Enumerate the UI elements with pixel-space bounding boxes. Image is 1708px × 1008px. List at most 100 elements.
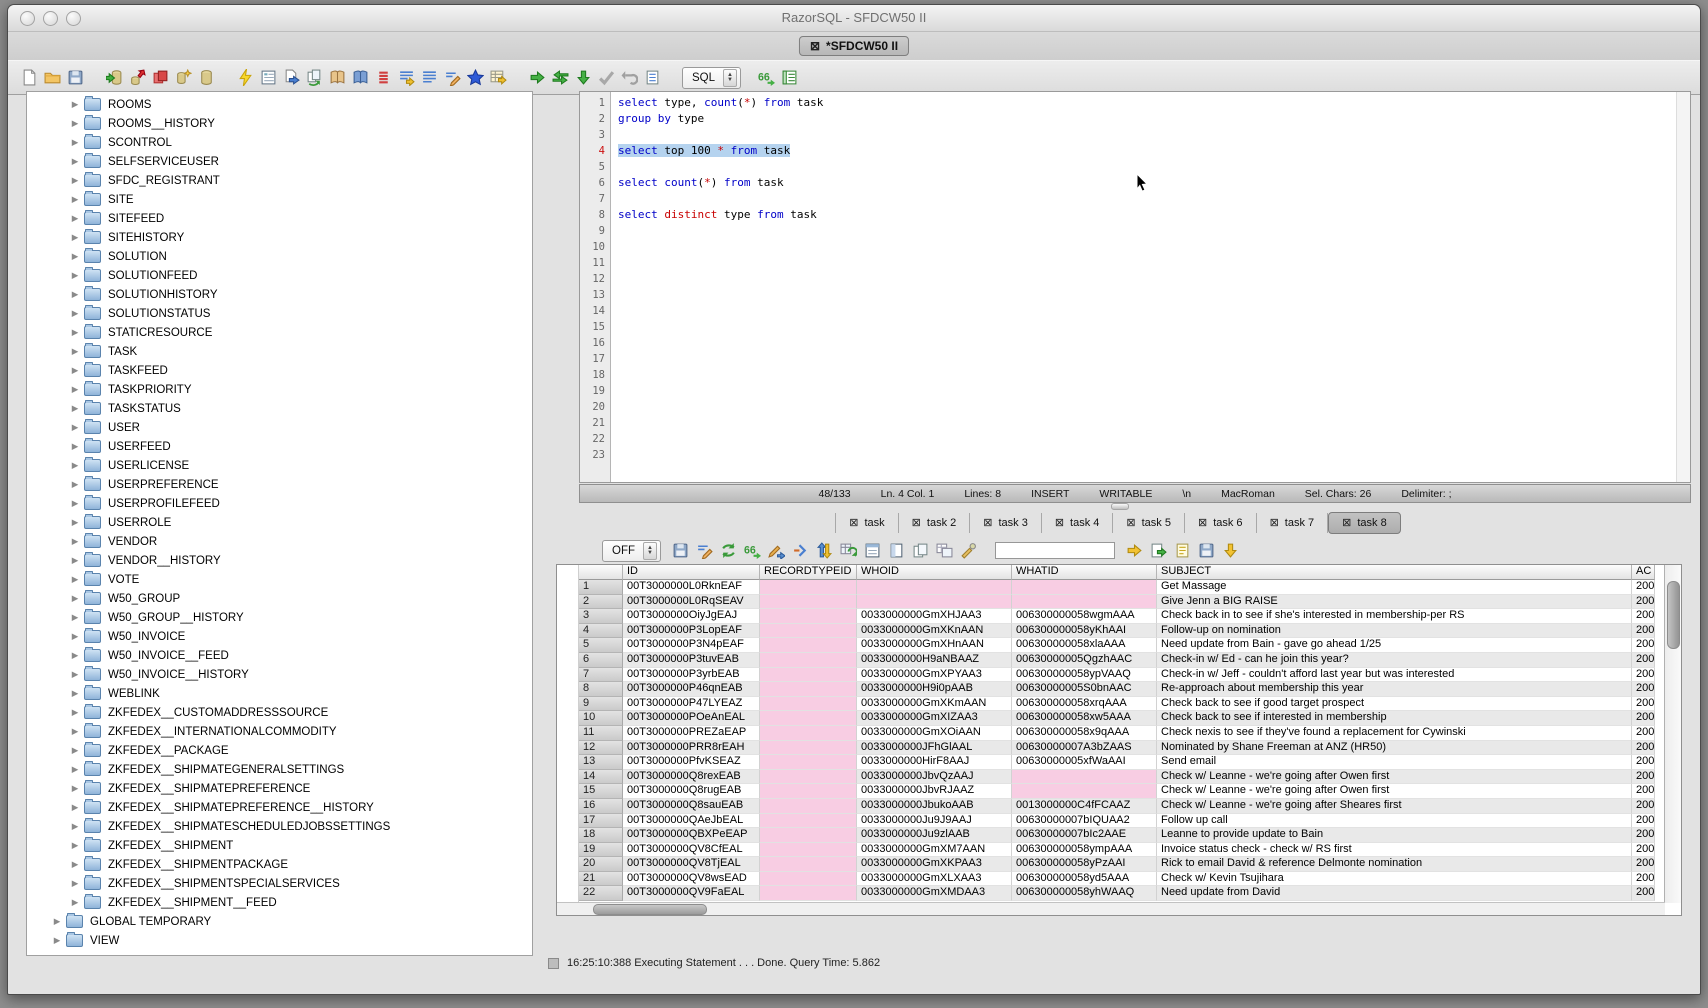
tree-item-scontrol[interactable]: ▶SCONTROL	[27, 133, 532, 152]
tree-item-zkfedex__shipmatepreference[interactable]: ▶ZKFEDEX__SHIPMATEPREFERENCE	[27, 779, 532, 798]
tree-item-weblink[interactable]: ▶WEBLINK	[27, 684, 532, 703]
table-cell[interactable]: 00T3000000P46qnEAB	[623, 682, 760, 697]
disclosure-triangle-icon[interactable]: ▶	[69, 194, 81, 205]
disclosure-triangle-icon[interactable]: ▶	[69, 878, 81, 889]
table-cell[interactable]: 200	[1632, 755, 1655, 770]
table-cell[interactable]: Rick to email David & reference Delmonte…	[1157, 857, 1632, 872]
table-cell[interactable]	[760, 872, 857, 887]
tree-item-sitefeed[interactable]: ▶SITEFEED	[27, 209, 532, 228]
table-cell[interactable]: 00T3000000P47LYEAZ	[623, 697, 760, 712]
table-cell[interactable]	[760, 755, 857, 770]
table-row[interactable]: 100T3000000L0RknEAFGet Massage200	[579, 580, 1655, 595]
disclosure-triangle-icon[interactable]: ▶	[69, 859, 81, 870]
table-cell[interactable]: 200	[1632, 872, 1655, 887]
generate-sql-icon[interactable]	[397, 68, 416, 87]
tree-item-zkfedex__shipmentpackage[interactable]: ▶ZKFEDEX__SHIPMENTPACKAGE	[27, 855, 532, 874]
table-cell[interactable]: 200	[1632, 638, 1655, 653]
tree-item-global temporary[interactable]: ▶GLOBAL TEMPORARY	[27, 912, 532, 931]
save-file-icon[interactable]	[66, 68, 85, 87]
results-search-input[interactable]	[995, 542, 1115, 559]
tree-item-taskpriority[interactable]: ▶TASKPRIORITY	[27, 380, 532, 399]
edit-mode-select[interactable]: OFF▲▼	[602, 540, 661, 562]
table-row[interactable]: 1800T3000000QBXPeEAP0033000000Ju9zlAAB00…	[579, 828, 1655, 843]
table-cell[interactable]	[760, 580, 857, 595]
copy-rows-icon[interactable]	[911, 541, 930, 560]
disclosure-triangle-icon[interactable]: ▶	[69, 99, 81, 110]
download-arrow-yellow-icon[interactable]	[1221, 541, 1240, 560]
disclosure-triangle-icon[interactable]: ▶	[69, 802, 81, 813]
tree-item-zkfedex__shipment[interactable]: ▶ZKFEDEX__SHIPMENT	[27, 836, 532, 855]
tree-item-zkfedex__shipmategeneralsettings[interactable]: ▶ZKFEDEX__SHIPMATEGENERALSETTINGS	[27, 760, 532, 779]
table-row[interactable]: 1100T3000000PREZaEAP0033000000GmXOiAAN00…	[579, 726, 1655, 741]
disclosure-triangle-icon[interactable]: ▶	[69, 650, 81, 661]
view-quotes-icon[interactable]: 66	[743, 541, 762, 560]
disclosure-triangle-icon[interactable]: ▶	[69, 821, 81, 832]
table-row[interactable]: 2200T3000000QV9FaEAL0033000000GmXMDAA300…	[579, 886, 1655, 901]
table-cell[interactable]: 00T3000000POeAnEAL	[623, 711, 760, 726]
table-cell[interactable]: 0033000000H9aNBAAZ	[857, 653, 1012, 668]
table-cell[interactable]: 200	[1632, 668, 1655, 683]
connect-database-icon[interactable]	[105, 68, 124, 87]
new-database-object-icon[interactable]	[174, 68, 193, 87]
tree-item-solutionfeed[interactable]: ▶SOLUTIONFEED	[27, 266, 532, 285]
tree-item-rooms__history[interactable]: ▶ROOMS__HISTORY	[27, 114, 532, 133]
table-cell[interactable]: 00T3000000L0RknEAF	[623, 580, 760, 595]
tree-item-userpreference[interactable]: ▶USERPREFERENCE	[27, 475, 532, 494]
table-cell[interactable]	[857, 595, 1012, 610]
tree-item-sfdc_registrant[interactable]: ▶SFDC_REGISTRANT	[27, 171, 532, 190]
table-cell[interactable]: 200	[1632, 741, 1655, 756]
table-cell[interactable]: 006300000058wgmAAA	[1012, 609, 1157, 624]
table-cell[interactable]	[760, 784, 857, 799]
table-cell[interactable]: Check-in w/ Jeff - couldn't afford last …	[1157, 668, 1632, 683]
table-row[interactable]: 800T3000000P46qnEAB0033000000H9i0pAAB006…	[579, 682, 1655, 697]
table-cell[interactable]: 200	[1632, 595, 1655, 610]
result-tab-task-2[interactable]: ⊠task 2	[899, 513, 971, 533]
table-cell[interactable]: 200	[1632, 828, 1655, 843]
disclosure-triangle-icon[interactable]: ▶	[69, 118, 81, 129]
table-cell[interactable]	[760, 653, 857, 668]
tree-item-view[interactable]: ▶VIEW	[27, 931, 532, 950]
page-view-icon[interactable]	[887, 541, 906, 560]
table-cell[interactable]: 00T3000000PREZaEAP	[623, 726, 760, 741]
table-cell[interactable]: 00T3000000PfvKSEAZ	[623, 755, 760, 770]
disclosure-triangle-icon[interactable]: ▶	[69, 346, 81, 357]
table-cell[interactable]: 200	[1632, 580, 1655, 595]
table-row[interactable]: 1200T3000000PRR8rEAH0033000000JFhGlAAL00…	[579, 741, 1655, 756]
table-cell[interactable]	[760, 828, 857, 843]
highlight-brush-icon[interactable]	[959, 541, 978, 560]
column-header-ID[interactable]: ID	[623, 565, 760, 580]
table-cell[interactable]: 200	[1632, 784, 1655, 799]
tree-item-zkfedex__shipmentspecialservices[interactable]: ▶ZKFEDEX__SHIPMENTSPECIALSERVICES	[27, 874, 532, 893]
close-tab-icon[interactable]: ⊠	[1126, 517, 1135, 529]
table-cell[interactable]: 00T3000000P3yrbEAB	[623, 668, 760, 683]
table-cell[interactable]: 00T3000000QV8wsEAD	[623, 872, 760, 887]
tree-item-vendor__history[interactable]: ▶VENDOR__HISTORY	[27, 551, 532, 570]
tree-item-w50_group__history[interactable]: ▶W50_GROUP__HISTORY	[27, 608, 532, 627]
table-cell[interactable]: 200	[1632, 609, 1655, 624]
execute-all-icon[interactable]	[551, 68, 570, 87]
table-cell[interactable]: Check w/ Leanne - we're going after Shea…	[1157, 799, 1632, 814]
document-yellow-icon[interactable]	[1173, 541, 1192, 560]
describe-table-icon[interactable]	[259, 68, 278, 87]
table-cell[interactable]	[760, 814, 857, 829]
book-reference-icon[interactable]	[328, 68, 347, 87]
grid-horizontal-scrollbar[interactable]	[557, 902, 1665, 915]
table-cell[interactable]	[760, 886, 857, 901]
edit-mode-select-stepper-icon[interactable]: ▲▼	[643, 542, 657, 560]
table-cell[interactable]	[760, 624, 857, 639]
table-cell[interactable]: 00T3000000P3LopEAF	[623, 624, 760, 639]
sql-mode-select-stepper-icon[interactable]: ▲▼	[723, 69, 737, 87]
disclosure-triangle-icon[interactable]: ▶	[69, 536, 81, 547]
tree-item-taskfeed[interactable]: ▶TASKFEED	[27, 361, 532, 380]
save-results-icon[interactable]	[671, 541, 690, 560]
column-header-rownum[interactable]	[579, 565, 623, 580]
table-row[interactable]: 900T3000000P47LYEAZ0033000000GmXKmAAN006…	[579, 697, 1655, 712]
commit-check-icon[interactable]	[597, 68, 616, 87]
copy-table-icon[interactable]	[151, 68, 170, 87]
table-cell[interactable]	[760, 682, 857, 697]
copy-table-cells-icon[interactable]	[935, 541, 954, 560]
sql-code-area[interactable]: select type, count(*) from taskgroup by …	[611, 92, 1676, 482]
tree-item-zkfedex__shipment__feed[interactable]: ▶ZKFEDEX__SHIPMENT__FEED	[27, 893, 532, 912]
table-cell[interactable]: 006300000058xrqAAA	[1012, 697, 1157, 712]
table-cell[interactable]	[760, 741, 857, 756]
